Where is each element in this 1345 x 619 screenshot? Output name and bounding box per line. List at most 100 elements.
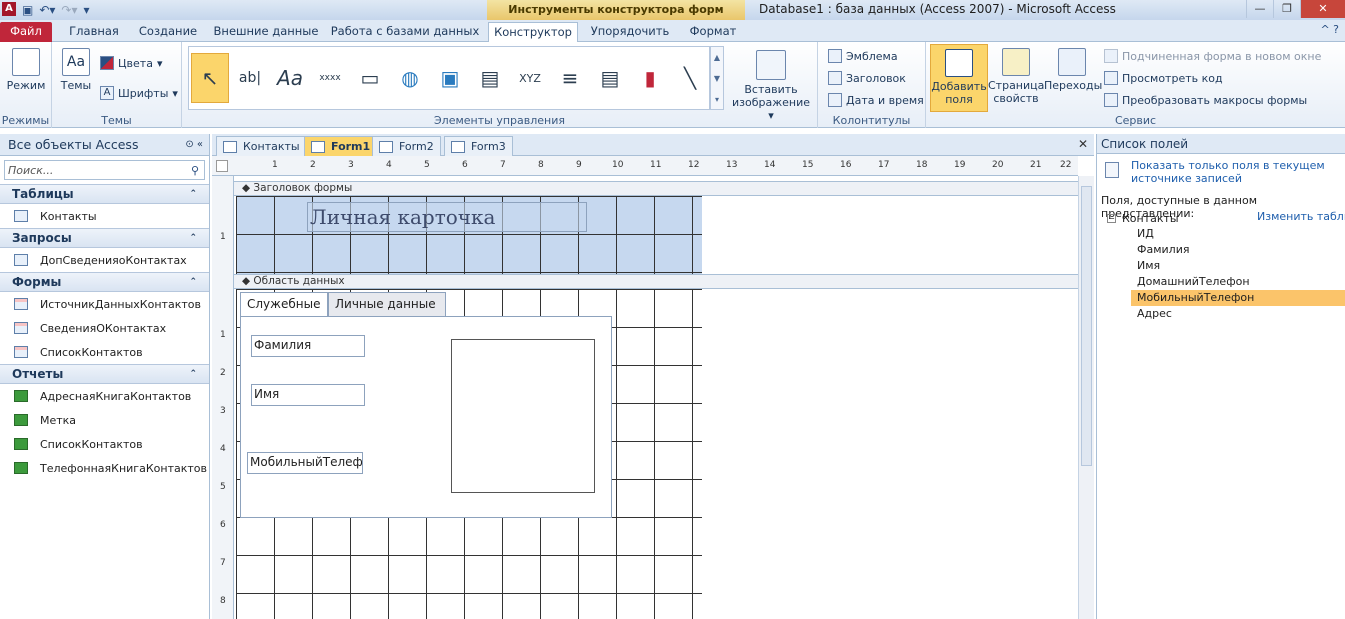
nav-item-form[interactable]: СписокКонтактов: [0, 340, 209, 364]
tab-control[interactable]: Служебные Личные данные Фамилия Имя Моби…: [240, 292, 612, 518]
label-icon[interactable]: Aa: [271, 53, 309, 103]
button-control-icon[interactable]: xxxx: [311, 53, 349, 103]
select-arrow-icon[interactable]: ↖: [191, 53, 229, 103]
field-list-item[interactable]: ИД: [1137, 226, 1345, 242]
nav-item-form[interactable]: СведенияОКонтактах: [0, 316, 209, 340]
scroll-thumb[interactable]: [1081, 186, 1092, 466]
quick-access-toolbar: ▣ ↶▾ ↷▾ ▾: [22, 1, 90, 19]
save-icon[interactable]: ▣: [22, 3, 33, 17]
collapse-icon[interactable]: ⌃: [189, 273, 197, 291]
search-icon[interactable]: ⚲: [186, 164, 204, 177]
nav-group-forms[interactable]: Формы ⌃: [0, 272, 209, 292]
doc-tab-contacts[interactable]: Контакты: [216, 136, 307, 156]
field-mobile[interactable]: МобильныйТелеф: [247, 452, 363, 474]
field-list-item[interactable]: ДомашнийТелефон: [1137, 274, 1345, 290]
gallery-scroll[interactable]: ▲ ▼ ▾: [710, 46, 724, 110]
nav-item-report[interactable]: СписокКонтактов: [0, 432, 209, 456]
view-button[interactable]: Режим: [6, 48, 46, 92]
tab-page-personal[interactable]: Личные данные: [328, 292, 446, 316]
fonts-button[interactable]: A Шрифты ▾: [100, 84, 178, 102]
insert-image-button[interactable]: Вставить изображение ▾: [730, 50, 812, 122]
undo-icon[interactable]: ↶▾: [39, 3, 55, 17]
redo-icon[interactable]: ↷▾: [61, 3, 77, 17]
group-header-footer: Эмблема Заголовок Дата и время Колонтиту…: [818, 42, 926, 128]
logo-button[interactable]: Эмблема: [828, 47, 898, 65]
field-firstname[interactable]: Имя: [251, 384, 365, 406]
date-time-label: Дата и время: [846, 93, 924, 107]
field-list-item[interactable]: Фамилия: [1137, 242, 1345, 258]
doc-tab-form3[interactable]: Form3: [444, 136, 513, 156]
nav-pane-header[interactable]: Все объекты Access ⊙ «: [0, 134, 209, 156]
nav-item-report[interactable]: ТелефоннаяКнигаКонтактов: [0, 456, 209, 480]
edit-table-link[interactable]: Изменить таблицу: [1257, 210, 1345, 223]
view-code-button[interactable]: Просмотреть код: [1104, 69, 1223, 87]
convert-macros-button[interactable]: Преобразовать макросы формы: [1104, 91, 1307, 109]
tab-design[interactable]: Конструктор: [488, 22, 578, 43]
customize-icon[interactable]: ▾: [84, 3, 90, 17]
nav-menu-icon[interactable]: ⊙ «: [185, 139, 203, 150]
nav-item-report[interactable]: АдреснаяКнигаКонтактов: [0, 384, 209, 408]
tab-home[interactable]: Главная: [60, 22, 128, 42]
line-icon[interactable]: ╲: [671, 53, 709, 103]
field-list-item[interactable]: Адрес: [1137, 306, 1345, 322]
doc-tab-form2[interactable]: Form2: [372, 136, 441, 156]
collapse-icon[interactable]: ⌃: [189, 229, 197, 247]
close-document-icon[interactable]: ✕: [1078, 137, 1088, 151]
show-only-current-source-link[interactable]: Показать только поля в текущем источнике…: [1131, 159, 1345, 185]
group-themes: Aa Темы Цвета ▾ A Шрифты ▾ Темы: [52, 42, 182, 128]
detail-section-bar[interactable]: ◆ Область данных: [234, 274, 1078, 289]
nav-item-table[interactable]: Контакты: [0, 204, 209, 228]
tab-order-button[interactable]: Переходы: [1044, 48, 1102, 92]
restore-icon[interactable]: ❐: [1273, 0, 1300, 18]
form-header-section-bar[interactable]: ◆ Заголовок формы: [234, 181, 1078, 196]
nav-item-label: СписокКонтактов: [40, 345, 143, 359]
vertical-scrollbar[interactable]: [1078, 176, 1094, 619]
tab-external-data[interactable]: Внешние данные: [210, 22, 322, 42]
combo-box-icon[interactable]: ▤: [591, 53, 629, 103]
nav-group-tables-label: Таблицы: [12, 187, 74, 201]
tab-database-tools[interactable]: Работа с базами данных: [330, 22, 480, 42]
collapse-icon[interactable]: ⌃: [189, 365, 197, 383]
property-sheet-button[interactable]: Страница свойств: [988, 48, 1044, 105]
tab-arrange[interactable]: Упорядочить: [584, 22, 676, 42]
page-break-icon[interactable]: ≡: [551, 53, 589, 103]
nav-group-reports[interactable]: Отчеты ⌃: [0, 364, 209, 384]
field-list-item-selected[interactable]: МобильныйТелефон: [1131, 290, 1345, 306]
nav-item-query[interactable]: ДопСведенияоКонтактах: [0, 248, 209, 272]
form-selector[interactable]: [216, 160, 228, 172]
themes-button[interactable]: Aa Темы: [56, 48, 96, 92]
image-placeholder[interactable]: [451, 339, 595, 493]
subform-new-window-button[interactable]: Подчиненная форма в новом окне: [1104, 47, 1321, 65]
nav-group-queries[interactable]: Запросы ⌃: [0, 228, 209, 248]
form-title-label[interactable]: Личная карточка: [307, 202, 587, 232]
chart-icon[interactable]: ▮: [631, 53, 669, 103]
colors-button[interactable]: Цвета ▾: [100, 54, 162, 72]
collapse-tree-icon[interactable]: −: [1107, 213, 1116, 223]
tab-control-icon[interactable]: ▭: [351, 53, 389, 103]
nav-search-input[interactable]: Поиск... ⚲: [4, 160, 205, 180]
tab-page-service[interactable]: Служебные: [240, 292, 328, 316]
doc-tab-form1[interactable]: Form1: [304, 136, 378, 156]
nav-item-report[interactable]: Метка: [0, 408, 209, 432]
minimize-icon[interactable]: —: [1246, 0, 1273, 18]
close-icon[interactable]: ✕: [1300, 0, 1345, 18]
nav-group-tables[interactable]: Таблицы ⌃: [0, 184, 209, 204]
navigation-control-icon[interactable]: ▤: [471, 53, 509, 103]
textbox-icon[interactable]: ab|: [231, 53, 269, 103]
help-icon[interactable]: ^ ?: [1320, 23, 1339, 36]
hyperlink-icon[interactable]: ◍: [391, 53, 429, 103]
form-header-label: Заголовок формы: [253, 182, 353, 194]
web-browser-icon[interactable]: ▣: [431, 53, 469, 103]
option-group-icon[interactable]: XYZ: [511, 53, 549, 103]
add-fields-button[interactable]: Добавить поля: [930, 44, 988, 112]
collapse-icon[interactable]: ⌃: [189, 185, 197, 203]
nav-item-form[interactable]: ИсточникДанныхКонтактов: [0, 292, 209, 316]
title-button[interactable]: Заголовок: [828, 69, 906, 87]
field-list-item[interactable]: Имя: [1137, 258, 1345, 274]
tab-format[interactable]: Формат: [680, 22, 746, 42]
field-lastname[interactable]: Фамилия: [251, 335, 365, 357]
access-app-icon[interactable]: A: [2, 2, 16, 16]
date-time-button[interactable]: Дата и время: [828, 91, 924, 109]
tab-file[interactable]: Файл: [0, 22, 52, 42]
tab-create[interactable]: Создание: [134, 22, 202, 42]
